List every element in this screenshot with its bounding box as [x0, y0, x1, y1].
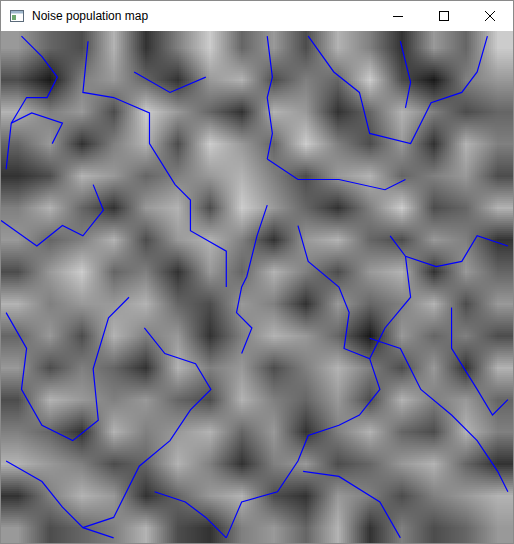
- road-line: [155, 492, 227, 538]
- road-line: [400, 41, 410, 108]
- road-line: [267, 159, 405, 190]
- minimize-button[interactable]: [375, 1, 421, 31]
- title-bar[interactable]: Noise population map: [1, 1, 513, 31]
- close-icon: [485, 11, 495, 21]
- app-window: Noise population map: [0, 0, 514, 544]
- close-button[interactable]: [467, 1, 513, 31]
- road-line: [11, 113, 62, 144]
- road-line: [370, 338, 508, 492]
- road-line: [134, 72, 206, 92]
- road-line: [370, 256, 411, 358]
- maximize-button[interactable]: [421, 1, 467, 31]
- road-line: [226, 226, 380, 538]
- noise-map: [1, 31, 513, 543]
- road-line: [83, 41, 226, 287]
- road-network: [1, 31, 513, 543]
- road-line: [452, 307, 508, 415]
- app-window-icon: [9, 8, 25, 24]
- road-line: [6, 36, 57, 169]
- road-line: [6, 461, 114, 538]
- road-line: [237, 205, 268, 353]
- road-line: [390, 236, 508, 267]
- road-line: [83, 328, 211, 528]
- maximize-icon: [439, 11, 449, 21]
- road-line: [6, 297, 129, 440]
- minimize-icon: [393, 11, 403, 21]
- road-line: [308, 36, 487, 144]
- noise-canvas: [1, 31, 513, 543]
- window-title: Noise population map: [32, 7, 375, 25]
- road-line: [303, 471, 400, 538]
- road-line: [1, 185, 103, 246]
- road-line: [267, 36, 272, 159]
